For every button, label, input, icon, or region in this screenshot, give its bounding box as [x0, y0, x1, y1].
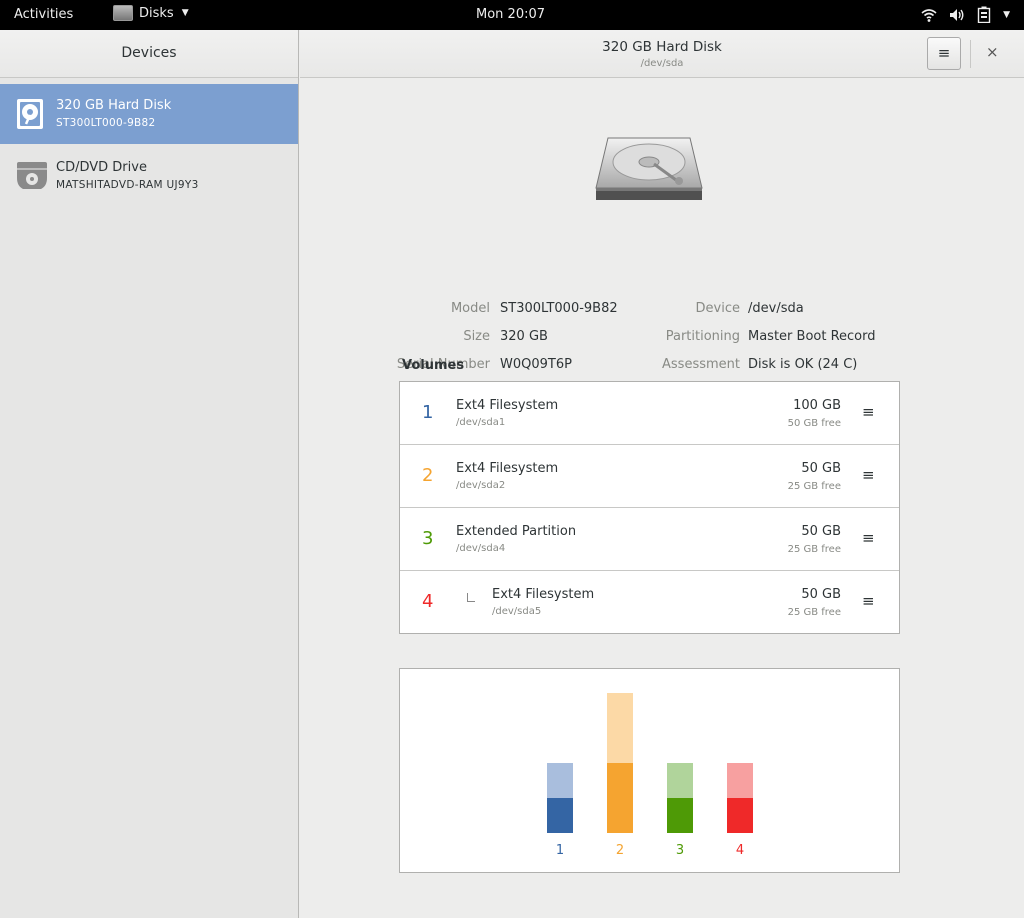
- page-title: 320 GB Hard Disk: [602, 39, 722, 55]
- bar-label-4: 4: [736, 843, 744, 858]
- volume-row[interactable]: 4 Ext4 Filesystem /dev/sda5 50 GB 25 GB …: [400, 571, 899, 634]
- volume-free: 50 GB free: [787, 418, 841, 429]
- wifi-icon[interactable]: [921, 7, 937, 23]
- device-value: /dev/sda: [748, 301, 804, 316]
- volume-list: 1 Ext4 Filesystem /dev/sda1 100 GB 50 GB…: [399, 381, 900, 634]
- used-bar-4: [727, 798, 753, 833]
- clock[interactable]: Mon 20:07: [476, 7, 545, 22]
- volume-row[interactable]: 2 Ext4 Filesystem /dev/sda2 50 GB 25 GB …: [400, 445, 899, 508]
- bar-label-1: 1: [556, 843, 564, 858]
- volume-device: /dev/sda2: [456, 480, 506, 491]
- battery-icon[interactable]: [977, 6, 991, 23]
- volume-number: 3: [422, 528, 434, 549]
- bar-label-2: 2: [616, 843, 624, 858]
- volume-menu-icon[interactable]: ≡: [862, 529, 875, 547]
- menu-button[interactable]: ≡: [927, 37, 961, 70]
- child-partition-icon: [467, 593, 475, 602]
- app-menu[interactable]: Disks ▼: [113, 5, 189, 21]
- serial-value: W0Q09T6P: [500, 357, 572, 372]
- volume-name: Extended Partition: [456, 524, 577, 539]
- bar-label-3: 3: [676, 843, 684, 858]
- volume-menu-icon[interactable]: ≡: [862, 403, 875, 421]
- sidebar-item-cd-dvd-drive[interactable]: CD/DVD Drive MATSHITADVD-RAM UJ9Y3: [0, 146, 298, 206]
- volume-size: 50 GB: [801, 461, 841, 476]
- volume-name: Ext4 Filesystem: [456, 461, 559, 476]
- main-pane: 320 GB Hard Disk /dev/sda ≡ × Model ST30…: [300, 30, 1024, 918]
- device-title: 320 GB Hard Disk: [56, 98, 172, 113]
- size-value: 320 GB: [500, 329, 548, 344]
- volume-menu-icon[interactable]: ≡: [862, 466, 875, 484]
- volume-device: /dev/sda1: [456, 417, 506, 428]
- volume-free: 25 GB free: [787, 544, 841, 555]
- volume-number: 4: [422, 591, 434, 612]
- assessment-label: Assessment: [662, 357, 740, 372]
- volume-size: 50 GB: [801, 587, 841, 602]
- model-value: ST300LT000-9B82: [500, 301, 618, 316]
- sidebar: Devices 320 GB Hard Disk ST300LT000-9B82…: [0, 30, 299, 918]
- used-bar-3: [667, 798, 693, 833]
- chevron-down-icon[interactable]: ▼: [1003, 10, 1010, 20]
- sidebar-header: Devices: [0, 30, 298, 78]
- volume-row[interactable]: 1 Ext4 Filesystem /dev/sda1 100 GB 50 GB…: [400, 382, 899, 445]
- top-bar: Activities Disks ▼ Mon 20:07 ▼: [0, 0, 1024, 30]
- volume-menu-icon[interactable]: ≡: [862, 592, 875, 610]
- page-subtitle: /dev/sda: [640, 58, 684, 69]
- volume-size: 100 GB: [793, 398, 841, 413]
- used-bar-2: [607, 763, 633, 833]
- hard-disk-image: [594, 136, 704, 204]
- hamburger-icon: ≡: [937, 44, 951, 62]
- volume-name: Ext4 Filesystem: [492, 587, 595, 602]
- close-icon: ×: [986, 43, 999, 61]
- volume-size: 50 GB: [801, 524, 841, 539]
- volume-device: /dev/sda4: [456, 543, 506, 554]
- volume-icon[interactable]: [949, 7, 965, 23]
- volume-name: Ext4 Filesystem: [456, 398, 559, 413]
- volume-free: 25 GB free: [787, 607, 841, 618]
- volume-free: 25 GB free: [787, 481, 841, 492]
- app-menu-label: Disks: [139, 5, 174, 21]
- model-label: Model: [450, 301, 490, 316]
- sidebar-item-hard-disk[interactable]: 320 GB Hard Disk ST300LT000-9B82: [0, 84, 298, 144]
- disks-app-icon: [113, 5, 133, 21]
- activities-button[interactable]: Activities: [14, 7, 73, 22]
- volume-number: 1: [422, 402, 434, 423]
- hard-disk-icon: [16, 98, 44, 130]
- optical-drive-icon: [16, 160, 47, 192]
- volume-row[interactable]: 3 Extended Partition /dev/sda4 50 GB 25 …: [400, 508, 899, 571]
- device-title: CD/DVD Drive: [56, 160, 147, 175]
- device-model: MATSHITADVD-RAM UJ9Y3: [56, 179, 199, 191]
- size-label: Size: [463, 329, 490, 344]
- volume-device: /dev/sda5: [492, 606, 542, 617]
- chevron-down-icon: ▼: [181, 8, 189, 18]
- system-tray[interactable]: ▼: [921, 6, 1010, 23]
- volumes-heading: Volumes: [402, 358, 465, 373]
- partitioning-label: Partitioning: [665, 329, 740, 344]
- volume-number: 2: [422, 465, 434, 486]
- used-bar-1: [547, 798, 573, 833]
- device-label: Device: [695, 301, 740, 316]
- header-bar: 320 GB Hard Disk /dev/sda ≡ ×: [300, 30, 1024, 78]
- close-button[interactable]: ×: [986, 43, 999, 61]
- usage-chart-svg: 1 2 3 4: [547, 693, 753, 858]
- device-model: ST300LT000-9B82: [56, 117, 156, 129]
- header-separator: [970, 40, 971, 68]
- assessment-value: Disk is OK (24 C): [748, 357, 858, 372]
- partitioning-value: Master Boot Record: [748, 329, 876, 344]
- usage-chart: 1 2 3 4: [399, 668, 900, 873]
